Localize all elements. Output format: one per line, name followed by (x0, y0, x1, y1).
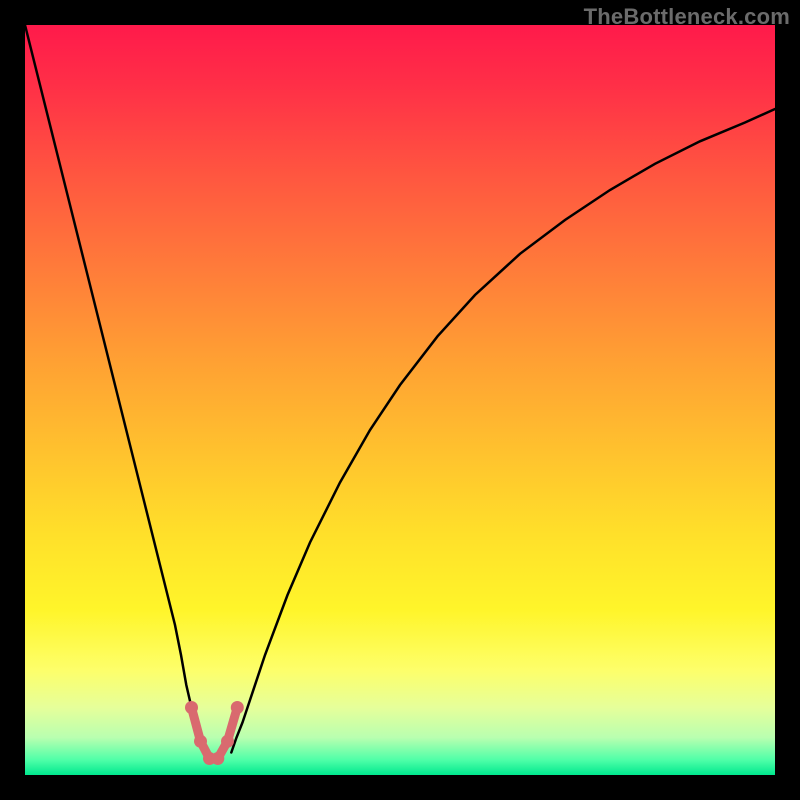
optimum-marker-dot (211, 752, 224, 765)
curve-left-branch (25, 25, 205, 753)
curve-right-branch (231, 109, 775, 753)
optimum-marker-dot (221, 735, 234, 748)
watermark-text: TheBottleneck.com (584, 4, 790, 30)
optimum-marker-dot (194, 735, 207, 748)
chart-svg (25, 25, 775, 775)
optimum-marker-dot (185, 701, 198, 714)
optimum-marker-dot (231, 701, 244, 714)
chart-root: TheBottleneck.com (0, 0, 800, 800)
optimum-marker (192, 708, 238, 759)
